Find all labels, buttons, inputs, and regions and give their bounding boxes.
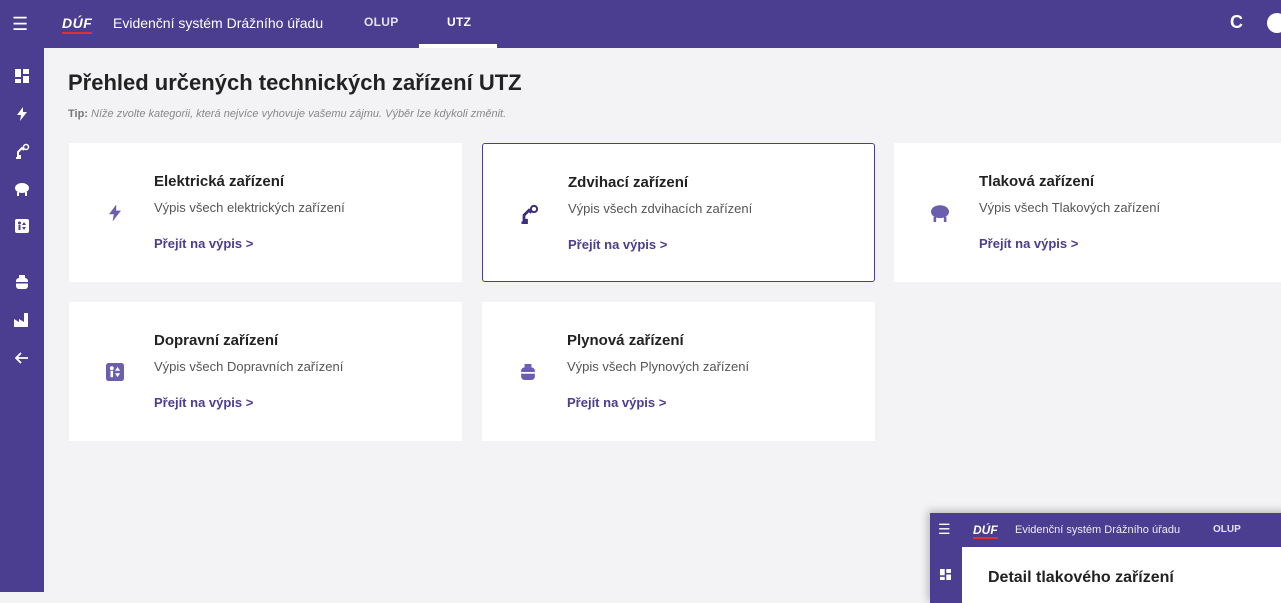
card-title: Dopravní zařízení	[154, 332, 279, 349]
main-content: Přehled určených technických zařízení UT…	[44, 48, 1281, 592]
card-link[interactable]: Přejít na výpis >	[979, 236, 1078, 251]
card-title: Elektrická zařízení	[154, 173, 285, 190]
dashboard-icon[interactable]	[12, 66, 32, 86]
app-title: Evidenční systém Drážního úřadu	[113, 15, 324, 31]
card-lifting[interactable]: Zdvihací zařízení Výpis všech zdvihacích…	[482, 143, 875, 282]
pressure-tank-icon	[928, 201, 952, 225]
factory-icon[interactable]	[12, 310, 32, 330]
logo: DÚF	[973, 523, 998, 539]
card-link[interactable]: Přejít na výpis >	[154, 236, 253, 251]
card-link[interactable]: Přejít na výpis >	[567, 395, 666, 410]
card-description: Výpis všech elektrických zařízení	[154, 200, 345, 215]
gas-cylinder-icon	[516, 360, 540, 384]
refresh-icon[interactable]: C	[1230, 12, 1243, 33]
tab-olup[interactable]: OLUP	[364, 15, 399, 29]
menu-icon: ☰	[938, 521, 951, 537]
tab-olup: OLUP	[1213, 524, 1241, 535]
tab-utz[interactable]: UTZ	[447, 15, 471, 29]
back-arrow-icon[interactable]	[12, 348, 32, 368]
gas-cylinder-icon[interactable]	[12, 272, 32, 292]
elevator-icon	[103, 360, 127, 384]
card-title: Plynová zařízení	[567, 332, 684, 349]
menu-icon[interactable]: ☰	[12, 13, 28, 35]
card-transport[interactable]: Dopravní zařízení Výpis všech Dopravních…	[69, 302, 462, 441]
card-description: Výpis všech Tlakových zařízení	[979, 200, 1161, 215]
bolt-icon	[103, 201, 127, 225]
card-title: Tlaková zařízení	[979, 173, 1095, 190]
pressure-tank-icon[interactable]	[12, 179, 32, 199]
tip-label: Tip:	[68, 108, 88, 120]
card-description: Výpis všech zdvihacích zařízení	[568, 201, 753, 216]
preview-top-bar: ☰ DÚF Evidenční systém Drážního úřadu OL…	[930, 513, 1281, 547]
tip-message: Níže zvolte kategorii, která nejvíce vyh…	[91, 108, 507, 120]
card-electric[interactable]: Elektrická zařízení Výpis všech elektric…	[69, 143, 462, 282]
card-description: Výpis všech Dopravních zařízení	[154, 359, 344, 374]
user-icon[interactable]	[1267, 13, 1281, 33]
card-gas[interactable]: Plynová zařízení Výpis všech Plynových z…	[482, 302, 875, 441]
crane-icon	[517, 202, 541, 226]
top-app-bar: ☰ DÚF Evidenční systém Drážního úřadu OL…	[0, 0, 1281, 48]
app-title: Evidenční systém Drážního úřadu	[1015, 524, 1181, 536]
card-link[interactable]: Přejít na výpis >	[154, 395, 253, 410]
card-link[interactable]: Přejít na výpis >	[568, 237, 667, 252]
dashboard-icon	[940, 567, 951, 580]
card-description: Výpis všech Plynových zařízení	[567, 359, 750, 374]
logo[interactable]: DÚF	[62, 15, 93, 34]
page-title: Přehled určených technických zařízení UT…	[68, 70, 522, 95]
crane-icon[interactable]	[12, 141, 32, 161]
detail-window-preview: ☰ DÚF Evidenční systém Drážního úřadu OL…	[930, 513, 1281, 603]
card-pressure[interactable]: Tlaková zařízení Výpis všech Tlakových z…	[894, 143, 1281, 282]
tip-text: Tip: Níže zvolte kategorii, která nejvíc…	[68, 108, 506, 120]
card-title: Zdvihací zařízení	[568, 174, 689, 191]
sidebar	[0, 48, 44, 592]
detail-heading: Detail tlakového zařízení	[988, 569, 1174, 586]
elevator-icon[interactable]	[12, 216, 32, 236]
bolt-icon[interactable]	[12, 104, 32, 124]
